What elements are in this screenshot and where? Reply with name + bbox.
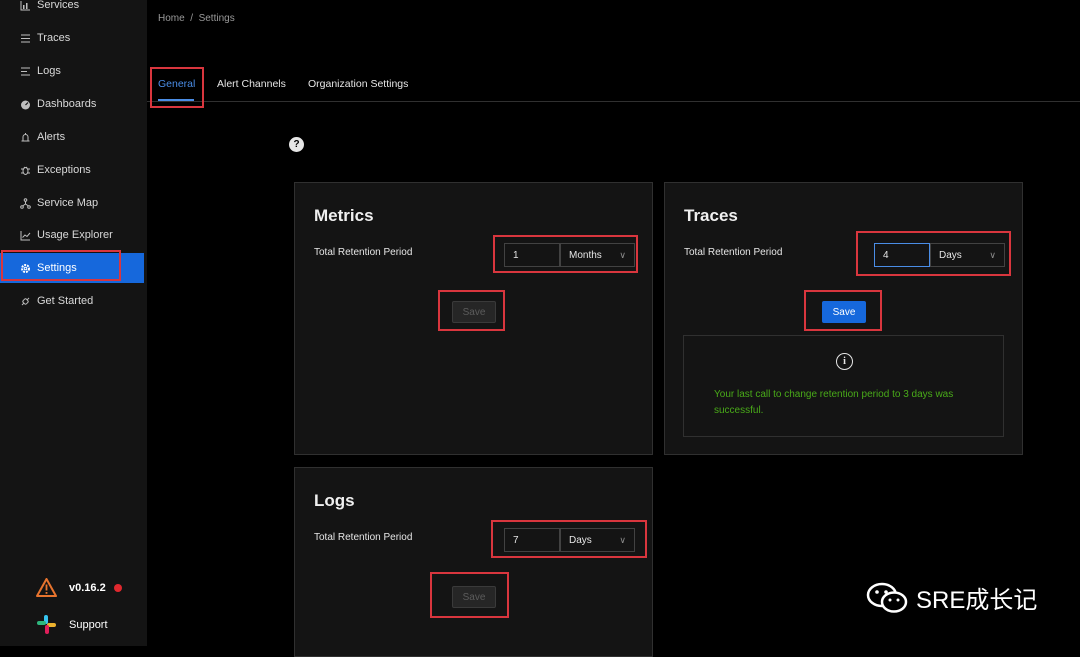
metrics-retention-input[interactable]: 1 [504, 243, 560, 267]
metrics-retention-label: Total Retention Period [314, 247, 413, 258]
deployment-icon [19, 197, 32, 210]
retention-update-notice: i Your last call to change retention per… [683, 335, 1004, 437]
sidebar-item-label: Get Started [37, 295, 94, 307]
sidebar: Services Traces Logs Dashboards Alerts E… [0, 0, 147, 646]
sidebar-item-service-map[interactable]: Service Map [0, 188, 147, 218]
logs-card: Logs Total Retention Period 7 Days ∨ Sav… [294, 467, 653, 657]
chevron-down-icon: ∨ [989, 250, 996, 260]
sidebar-item-alerts[interactable]: Alerts [0, 122, 147, 152]
sidebar-item-label: Settings [37, 262, 77, 274]
warning-icon [36, 578, 57, 597]
traces-unit-value: Days [939, 249, 962, 261]
breadcrumb[interactable]: Home / Settings [158, 13, 235, 24]
metrics-save-button[interactable]: Save [452, 301, 496, 323]
line-chart-icon [19, 229, 32, 242]
watermark-text: SRE成长记 [916, 587, 1038, 614]
update-dot [113, 583, 122, 592]
version-label: v0.16.2 [69, 581, 106, 594]
logs-unit-select[interactable]: Days ∨ [560, 528, 635, 552]
help-icon[interactable]: ? [289, 137, 304, 152]
sidebar-item-label: Usage Explorer [37, 229, 113, 241]
sidebar-item-label: Traces [37, 32, 71, 44]
sidebar-item-dashboards[interactable]: Dashboards [0, 89, 147, 119]
sidebar-item-traces[interactable]: Traces [0, 23, 147, 53]
traces-retention-label: Total Retention Period [684, 247, 783, 258]
alarm-icon [19, 131, 32, 144]
dashboard-icon [19, 98, 32, 111]
api-icon [19, 295, 32, 308]
sidebar-item-label: Exceptions [37, 164, 91, 176]
logs-unit-value: Days [569, 534, 592, 546]
bug-icon [19, 164, 32, 177]
metrics-title: Metrics [314, 206, 374, 225]
chevron-down-icon: ∨ [619, 535, 626, 545]
settings-tabs: General Alert Channels Organization Sett… [147, 64, 1080, 102]
logs-save-button[interactable]: Save [452, 586, 496, 608]
gear-icon [19, 262, 32, 275]
support-label: Support [69, 618, 108, 631]
sidebar-item-label: Services [37, 0, 80, 11]
support-link[interactable]: Support [36, 614, 108, 635]
tab-alert-channels[interactable]: Alert Channels [217, 78, 286, 90]
tab-organization-settings[interactable]: Organization Settings [308, 78, 408, 90]
logs-retention-input[interactable]: 7 [504, 528, 560, 552]
watermark: SRE成长记 [866, 580, 1037, 615]
traces-save-button[interactable]: Save [822, 301, 866, 323]
sidebar-item-exceptions[interactable]: Exceptions [0, 155, 147, 185]
info-icon: i [836, 353, 853, 370]
sidebar-item-label: Dashboards [37, 98, 97, 110]
sidebar-item-label: Service Map [37, 197, 99, 209]
sidebar-item-settings[interactable]: Settings [0, 253, 144, 283]
logs-title: Logs [314, 491, 355, 510]
sidebar-item-logs[interactable]: Logs [0, 56, 147, 86]
metrics-unit-value: Months [569, 249, 602, 261]
notice-message: Your last call to change retention perio… [714, 389, 954, 416]
metrics-card: Metrics Total Retention Period 1 Months … [294, 182, 653, 455]
version-indicator[interactable]: v0.16.2 [36, 578, 122, 597]
active-tab-indicator [158, 99, 194, 101]
slack-icon [36, 614, 57, 635]
bar-chart-icon [19, 0, 32, 12]
sidebar-item-label: Logs [37, 65, 61, 77]
traces-unit-select[interactable]: Days ∨ [930, 243, 1005, 267]
sidebar-item-services[interactable]: Services [0, 0, 147, 20]
metrics-unit-select[interactable]: Months ∨ [560, 243, 635, 267]
traces-title: Traces [684, 206, 738, 225]
wechat-icon [866, 581, 910, 615]
chevron-down-icon: ∨ [619, 250, 626, 260]
sidebar-item-usage-explorer[interactable]: Usage Explorer [0, 220, 147, 250]
traces-retention-input[interactable]: 4 [874, 243, 930, 267]
tab-general[interactable]: General [158, 78, 195, 90]
sidebar-item-label: Alerts [37, 131, 66, 143]
align-left-icon [19, 65, 32, 78]
logs-retention-label: Total Retention Period [314, 532, 413, 543]
menu-icon [19, 32, 32, 45]
sidebar-item-get-started[interactable]: Get Started [0, 286, 147, 316]
